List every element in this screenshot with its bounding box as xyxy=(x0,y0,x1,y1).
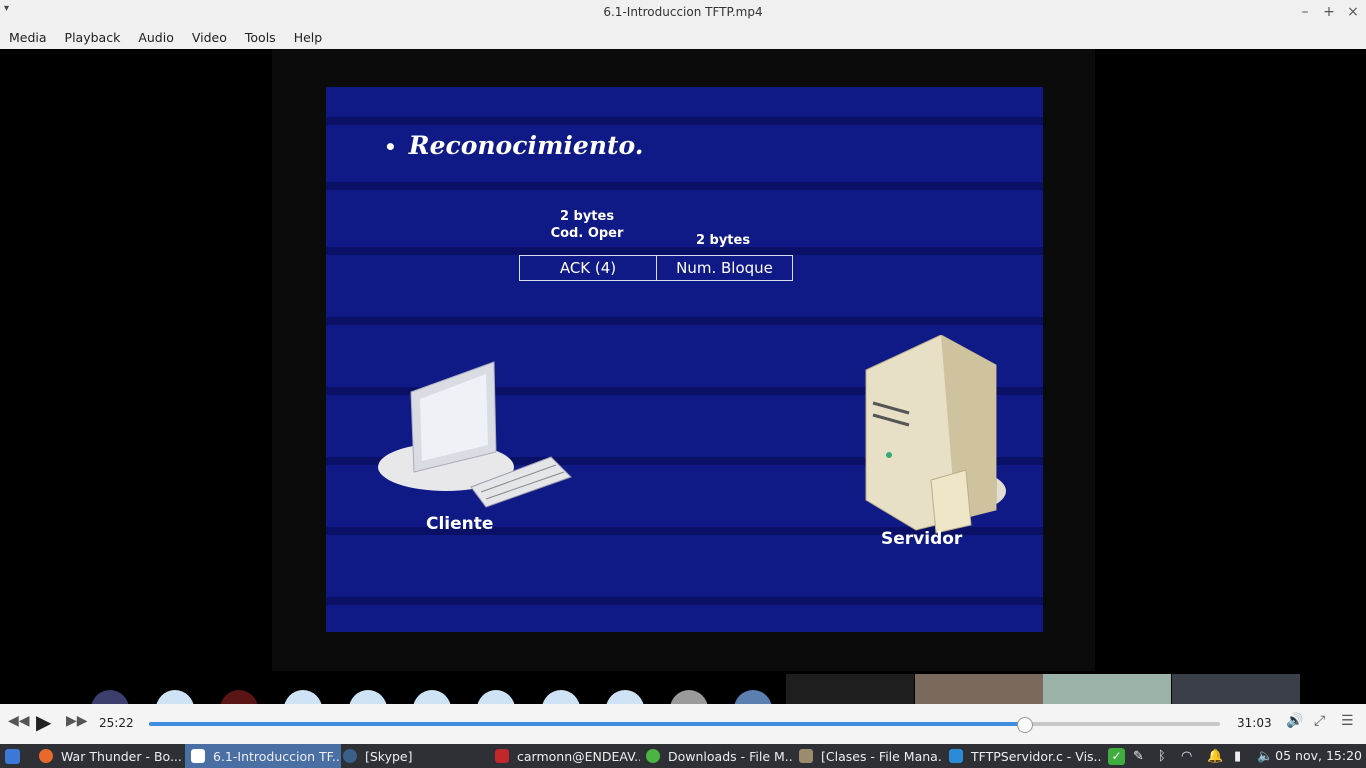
field1-size-label: 2 bytes xyxy=(559,209,615,224)
seek-progress xyxy=(149,722,1024,726)
seek-handle[interactable] xyxy=(1017,717,1033,733)
close-icon[interactable]: × xyxy=(1346,3,1360,21)
participant-avatar xyxy=(349,690,387,704)
task-label: carmonn@ENDEAV... xyxy=(517,748,640,764)
field1-name-label: Cod. Oper xyxy=(550,226,624,241)
wifi-icon[interactable]: ◠ xyxy=(1181,744,1192,768)
task-vscode[interactable]: TFTPServidor.c - Vis... xyxy=(946,744,1101,768)
server-label: Servidor xyxy=(881,529,963,549)
task-label: War Thunder - Bo... xyxy=(61,748,182,764)
task-terminal[interactable]: carmonn@ENDEAV... xyxy=(492,744,640,768)
packet-block-cell: Num. Bloque xyxy=(676,259,773,277)
task-label: TFTPServidor.c - Vis... xyxy=(971,748,1101,764)
menu-audio[interactable]: Audio xyxy=(129,26,183,49)
volume-tray-icon[interactable]: 🔈 xyxy=(1257,744,1273,768)
participant-avatar xyxy=(542,690,580,704)
elapsed-time: 25:22 xyxy=(99,716,134,730)
notification-icon[interactable]: 🔔 xyxy=(1207,744,1223,768)
video-area[interactable]: • Reconocimiento. 2 bytes Cod. Oper 2 byt… xyxy=(0,49,1366,689)
notes-icon[interactable]: ✎ xyxy=(1133,744,1144,768)
participant-camera-tile xyxy=(786,674,914,704)
menu-video[interactable]: Video xyxy=(183,26,236,49)
participant-avatar xyxy=(284,690,322,704)
task-skype[interactable]: [Skype] xyxy=(340,744,483,768)
check-icon[interactable]: ✓ xyxy=(1108,744,1125,768)
fullscreen-icon[interactable]: ⤢ xyxy=(1314,713,1325,729)
participant-avatar xyxy=(670,690,708,704)
terminal-icon xyxy=(495,749,509,763)
participant-avatar xyxy=(734,690,772,704)
slide: • Reconocimiento. 2 bytes Cod. Oper 2 byt… xyxy=(326,87,1043,632)
title-bar: ▾ 6.1-Introduccion TFTP.mp4 – + × xyxy=(0,0,1366,26)
participant-avatar xyxy=(606,690,644,704)
app-menu-icon[interactable] xyxy=(5,744,20,768)
participant-avatar xyxy=(477,690,515,704)
client-computer-icon xyxy=(378,361,572,508)
task-label: [Skype] xyxy=(365,748,413,764)
slide-bullet-text: Reconocimiento. xyxy=(408,131,644,160)
task-downloads[interactable]: Downloads - File M... xyxy=(643,744,793,768)
maximize-icon[interactable]: + xyxy=(1322,3,1336,21)
menu-media[interactable]: Media xyxy=(0,26,56,49)
clock[interactable]: 05 nov, 15:20 xyxy=(1275,748,1362,763)
total-time: 31:03 xyxy=(1237,716,1272,730)
task-label: [Clases - File Mana... xyxy=(821,748,943,764)
participant-avatar xyxy=(413,690,451,704)
participant-avatar xyxy=(220,690,258,704)
menu-bar: Media Playback Audio Video Tools Help xyxy=(0,26,1366,50)
task-label: Downloads - File M... xyxy=(668,748,793,764)
volume-icon[interactable]: 🔊 xyxy=(1286,713,1303,729)
field2-size-label: 2 bytes xyxy=(695,233,751,248)
participant-camera-tile xyxy=(1172,674,1300,704)
task-file-manager[interactable]: [Clases - File Mana... xyxy=(796,744,943,768)
task-firefox[interactable]: War Thunder - Bo... xyxy=(36,744,185,768)
task-label: 6.1-Introduccion TF... xyxy=(213,748,341,764)
menu-playback[interactable]: Playback xyxy=(56,26,130,49)
play-icon[interactable]: ▶ xyxy=(36,710,51,734)
folder-icon xyxy=(799,749,813,763)
fast-forward-icon[interactable]: ▶▶ xyxy=(66,713,88,729)
download-icon xyxy=(646,749,660,763)
menu-tools[interactable]: Tools xyxy=(236,26,285,49)
firefox-icon xyxy=(39,749,53,763)
playlist-icon[interactable]: ☰ xyxy=(1341,713,1354,729)
packet-opcode-cell: ACK (4) xyxy=(520,256,657,280)
vscode-icon xyxy=(949,749,963,763)
seek-bar[interactable] xyxy=(149,717,1220,733)
slide-bullet: • Reconocimiento. xyxy=(384,131,644,160)
taskbar: War Thunder - Bo... 6.1-Introduccion TF.… xyxy=(0,744,1366,768)
client-label: Cliente xyxy=(426,514,494,534)
bluetooth-icon[interactable]: ᛒ xyxy=(1158,744,1166,768)
window-title: 6.1-Introduccion TFTP.mp4 xyxy=(603,5,763,19)
menu-help[interactable]: Help xyxy=(285,26,332,49)
minimize-icon[interactable]: – xyxy=(1298,3,1312,21)
skype-icon xyxy=(343,749,357,763)
participant-camera-tile xyxy=(915,674,1043,704)
participant-avatar xyxy=(91,690,129,704)
battery-icon[interactable]: ▮ xyxy=(1234,744,1241,768)
player-controls: ◀◀ ▶ ▶▶ 25:22 31:03 🔊 ⤢ ☰ xyxy=(0,704,1366,744)
participant-strip xyxy=(0,674,1366,704)
media-player-icon xyxy=(191,749,205,763)
participant-camera-tile xyxy=(1043,674,1171,704)
task-media-player[interactable]: 6.1-Introduccion TF... xyxy=(185,744,341,768)
server-icon xyxy=(865,335,1006,534)
ack-packet-diagram: ACK (4) Num. Bloque xyxy=(519,255,793,281)
rewind-icon[interactable]: ◀◀ xyxy=(8,713,30,729)
participant-avatar xyxy=(156,690,194,704)
